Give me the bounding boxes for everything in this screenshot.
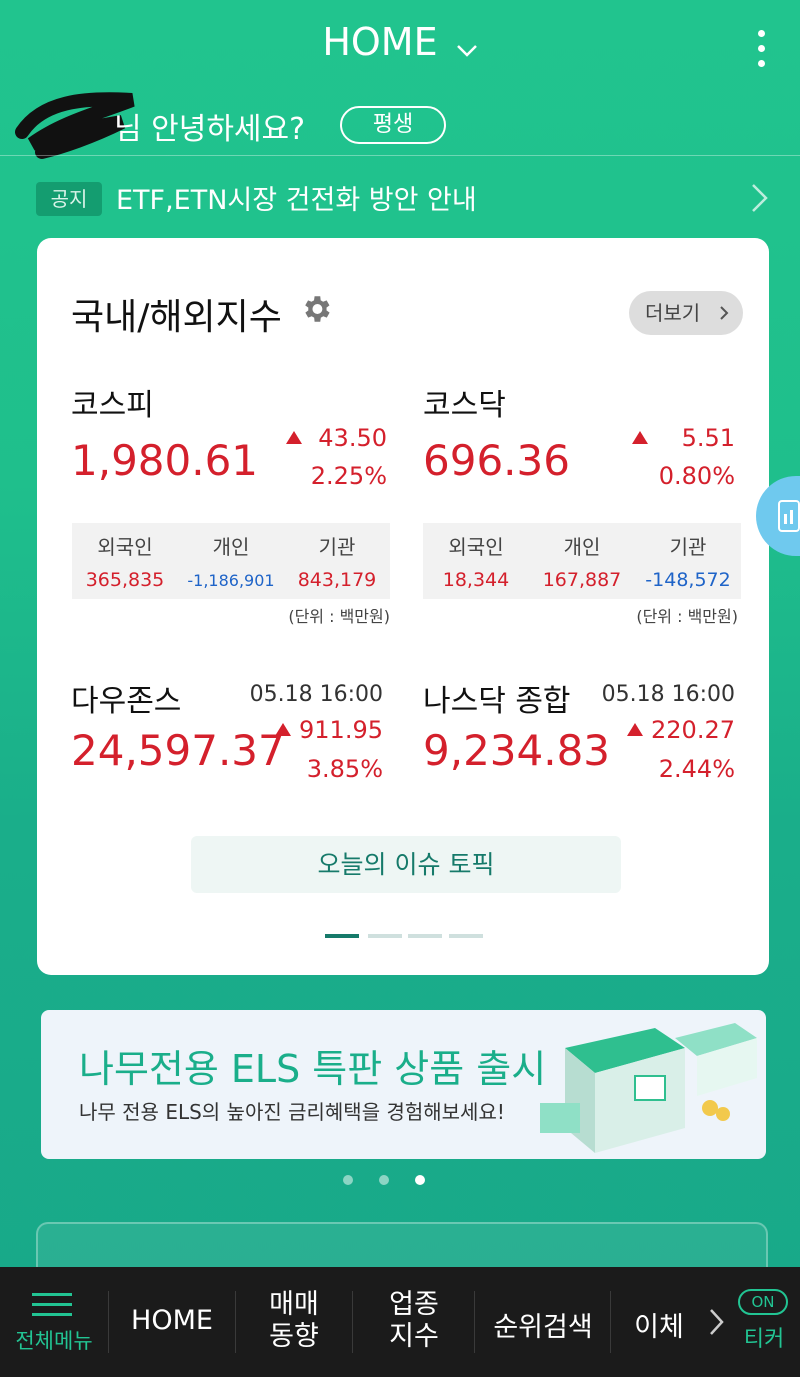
index-change: 5.51	[631, 424, 735, 452]
chevron-right-icon	[752, 184, 768, 212]
index-pct: 0.80%	[658, 462, 735, 490]
pager-dot[interactable]	[368, 934, 402, 938]
nav-label: 순위검색	[493, 1312, 593, 1343]
divider	[474, 1291, 475, 1353]
nav-rank-search[interactable]: 순위검색	[476, 1267, 610, 1377]
banner-pager	[340, 1175, 440, 1189]
notice-tag: 공지	[36, 182, 102, 216]
index-kosdaq[interactable]: 코스닥 696.36 5.51 0.80%	[423, 380, 735, 490]
nav-trading-trend[interactable]: 매매 동향	[236, 1267, 352, 1377]
up-arrow-icon	[275, 723, 292, 736]
app-header: HOME	[0, 0, 800, 90]
investor-label: 기관	[669, 535, 707, 559]
nav-transfer[interactable]: 이체	[612, 1267, 706, 1377]
nav-label: 매매 동향	[269, 1289, 319, 1352]
pager-dot[interactable]	[415, 1175, 425, 1185]
investor-value: -148,572	[645, 569, 731, 591]
indices-card: 국내/해외지수 더보기 코스피 1,980.61 43.50 2.25% 외국인…	[37, 238, 769, 975]
pager-dot[interactable]	[325, 934, 359, 938]
pager-dot[interactable]	[379, 1175, 389, 1185]
index-pct: 2.44%	[658, 755, 735, 783]
pager-dot[interactable]	[449, 934, 483, 938]
banner-illustration	[540, 1023, 757, 1153]
divider	[352, 1291, 353, 1353]
chart-icon	[778, 500, 800, 532]
index-value: 9,234.83	[423, 726, 611, 775]
investor-value: 167,887	[542, 569, 622, 591]
pager-dot[interactable]	[408, 934, 442, 938]
unit-note: (단위 : 백만원)	[636, 607, 738, 626]
up-arrow-icon	[286, 431, 303, 444]
index-name: 다우존스	[71, 684, 182, 719]
investor-value: 365,835	[85, 569, 165, 591]
more-button[interactable]: 더보기	[629, 291, 743, 335]
home-dropdown[interactable]: HOME	[0, 20, 800, 67]
index-pct: 2.25%	[310, 462, 387, 490]
index-name: 코스닥	[423, 388, 506, 423]
bottom-nav: 전체메뉴 HOME 매매 동향 업종 지수 순위검색 이체 ON 티커	[0, 1267, 800, 1377]
banner-subtitle: 나무 전용 ELS의 높아진 금리혜택을 경험해보세요!	[79, 1100, 505, 1124]
gear-icon[interactable]	[299, 292, 333, 326]
index-value: 696.36	[423, 436, 570, 485]
greeting-text: 님 안녕하세요?	[114, 112, 306, 147]
investor-table-kospi: 외국인 365,835 개인 -1,186,901 기관 843,179	[72, 523, 390, 599]
index-change: 43.50	[286, 424, 387, 452]
more-options-icon[interactable]	[756, 30, 766, 70]
promo-banner[interactable]: 나무전용 ELS 특판 상품 출시 나무 전용 ELS의 높아진 금리혜택을 경…	[41, 1010, 766, 1159]
ticker-on-badge: ON	[738, 1289, 788, 1315]
up-arrow-icon	[631, 431, 648, 444]
nav-label: 이체	[634, 1312, 684, 1343]
banner-title: 나무전용 ELS 특판 상품 출시	[79, 1047, 547, 1091]
divider	[610, 1291, 611, 1353]
chevron-right-icon[interactable]	[708, 1307, 726, 1337]
chevron-right-icon	[720, 306, 729, 320]
investor-table-kosdaq: 외국인 18,344 개인 167,887 기관 -148,572	[423, 523, 741, 599]
index-name: 코스피	[71, 388, 154, 423]
card-pager	[325, 934, 485, 938]
investor-label: 개인	[212, 535, 250, 559]
nav-label: HOME	[131, 1305, 213, 1336]
nav-home[interactable]: HOME	[110, 1267, 234, 1377]
investor-label: 개인	[563, 535, 601, 559]
index-kospi[interactable]: 코스피 1,980.61 43.50 2.25%	[71, 380, 387, 490]
notice-bar[interactable]: 공지 ETF,ETN시장 건전화 방안 안내	[36, 170, 776, 226]
nav-label: 업종 지수	[389, 1289, 439, 1352]
index-nasdaq[interactable]: 나스닥 종합 05.18 16:00 9,234.83 220.27 2.44%	[423, 676, 735, 786]
nav-sector-index[interactable]: 업종 지수	[354, 1267, 474, 1377]
index-change: 220.27	[627, 716, 735, 744]
index-dowjones[interactable]: 다우존스 05.18 16:00 24,597.37 911.95 3.85%	[71, 676, 383, 786]
pager-dot[interactable]	[343, 1175, 353, 1185]
issue-topic-button[interactable]: 오늘의 이슈 토픽	[191, 836, 621, 893]
ticker-label: 티커	[743, 1327, 785, 1352]
investor-label: 외국인	[448, 535, 504, 559]
card-title: 국내/해외지수	[71, 297, 282, 338]
ticker-toggle[interactable]: ON 티커	[730, 1267, 798, 1377]
index-name: 나스닥 종합	[423, 684, 571, 719]
investor-value: -1,186,901	[187, 571, 275, 590]
grade-badge[interactable]: 평생	[340, 106, 446, 144]
hamburger-icon	[32, 1293, 72, 1316]
chevron-down-icon	[456, 23, 478, 67]
investor-value: 18,344	[442, 569, 510, 591]
greeting-bar: 님 안녕하세요? 평생	[15, 92, 756, 159]
investor-label: 외국인	[97, 535, 153, 559]
investor-label: 기관	[318, 535, 356, 559]
up-arrow-icon	[627, 723, 644, 736]
index-time: 05.18 16:00	[249, 682, 383, 707]
investor-value: 843,179	[297, 569, 377, 591]
unit-note: (단위 : 백만원)	[288, 607, 390, 626]
more-button-label: 더보기	[645, 301, 701, 325]
divider	[0, 155, 800, 156]
index-value: 24,597.37	[71, 726, 285, 775]
notice-text: ETF,ETN시장 건전화 방안 안내	[116, 185, 477, 216]
nav-label: 전체메뉴	[15, 1329, 93, 1353]
index-pct: 3.85%	[306, 755, 383, 783]
index-time: 05.18 16:00	[601, 682, 735, 707]
page-title: HOME	[322, 20, 438, 64]
index-value: 1,980.61	[71, 436, 259, 485]
index-change: 911.95	[275, 716, 383, 744]
nav-all-menu[interactable]: 전체메뉴	[0, 1267, 108, 1377]
divider	[108, 1291, 109, 1353]
